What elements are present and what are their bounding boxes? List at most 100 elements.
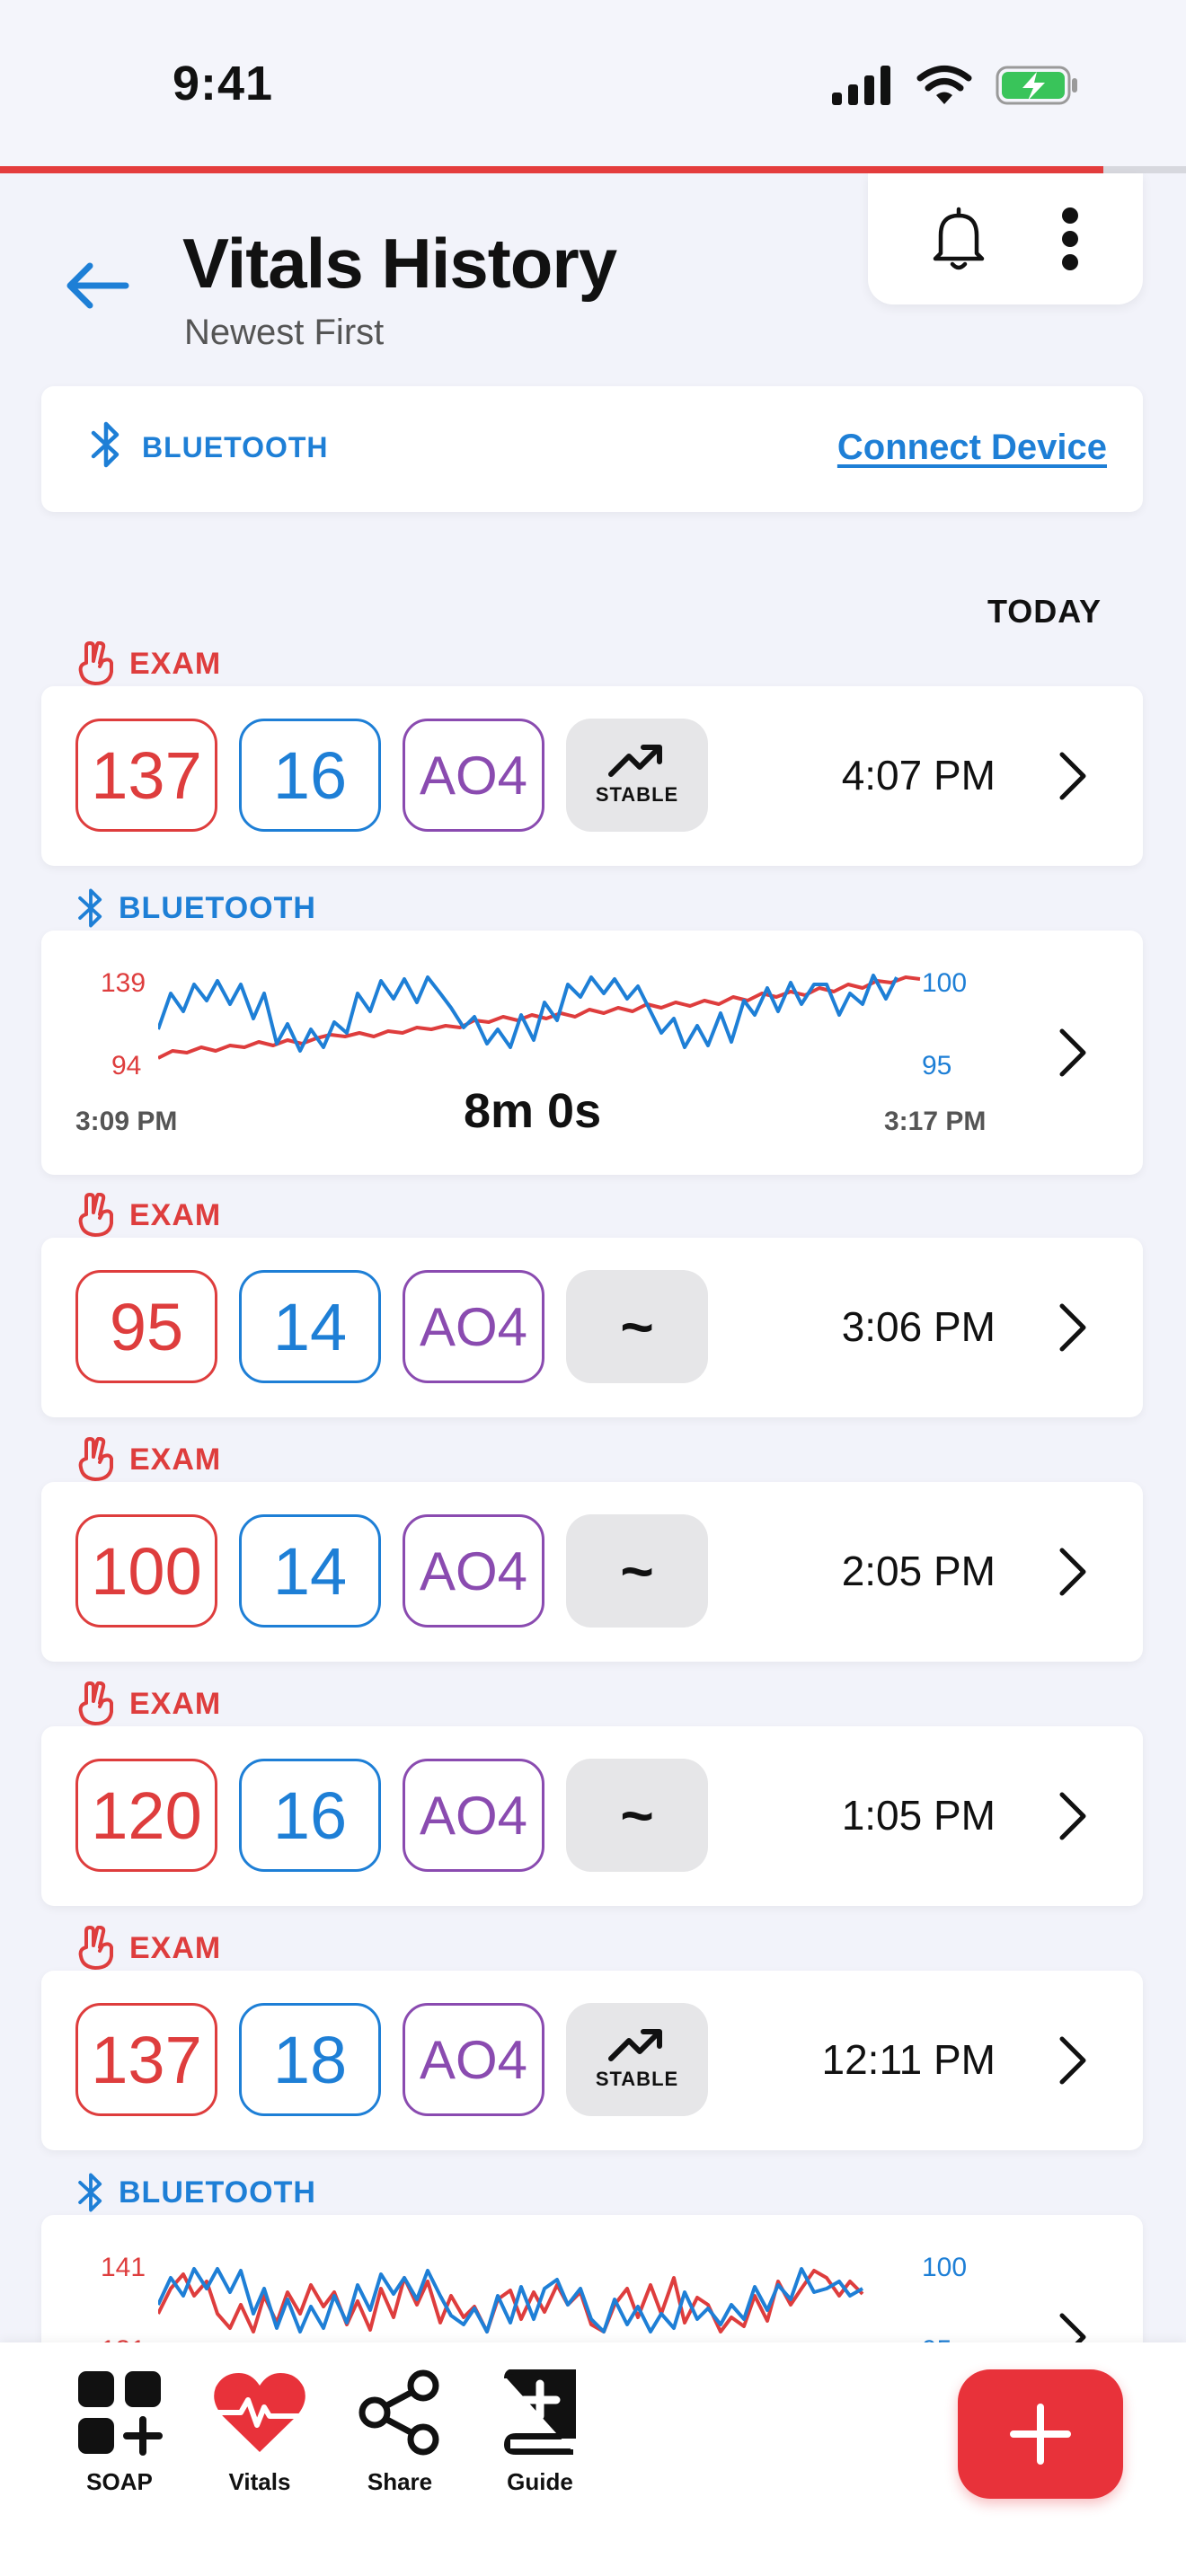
respiratory-rate-value: 16 xyxy=(239,719,381,832)
entry-time: 12:11 PM xyxy=(821,2036,996,2083)
nav-item-soap[interactable]: SOAP xyxy=(61,2369,178,2496)
respiratory-rate-value: 14 xyxy=(239,1514,381,1628)
entry-tag: EXAM xyxy=(75,1681,221,1726)
avpu-value: AO4 xyxy=(403,2003,544,2116)
apps-add-icon xyxy=(78,2371,163,2456)
heart-rate-value: 95 xyxy=(75,1270,217,1383)
entry-tag-label: EXAM xyxy=(129,1442,222,1477)
progress-fill xyxy=(0,166,1103,173)
page-subtitle: Newest First xyxy=(184,313,385,352)
header: Vitals History Newest First xyxy=(0,173,1186,380)
entry-tag-label: EXAM xyxy=(129,1197,222,1232)
avpu-value: AO4 xyxy=(403,719,544,832)
avpu-value: AO4 xyxy=(403,1270,544,1383)
device-bar-label: BLUETOOTH xyxy=(142,431,329,463)
hand-icon xyxy=(78,641,113,685)
status-icons xyxy=(832,65,1080,106)
nav-label: Guide xyxy=(507,2468,573,2495)
nav-label: Vitals xyxy=(228,2468,291,2495)
nav-item-guide[interactable]: Guide xyxy=(482,2369,598,2496)
avpu-value: AO4 xyxy=(403,1759,544,1872)
chevron-right-icon xyxy=(1059,752,1086,800)
trend-badge: ~ xyxy=(566,1759,708,1872)
status-bar: 9:41 xyxy=(0,0,1186,166)
entry-time: 1:05 PM xyxy=(841,1792,996,1839)
arrow-left-icon xyxy=(66,262,129,309)
add-entry-button[interactable] xyxy=(958,2369,1123,2499)
heart-pulse-icon xyxy=(214,2373,305,2452)
trending-up-icon xyxy=(608,745,662,777)
respiratory-rate-value: 16 xyxy=(239,1759,381,1872)
respiratory-rate-value: 14 xyxy=(239,1270,381,1383)
entry-tag: BLUETOOTH xyxy=(75,886,316,931)
device-bar: BLUETOOTH Connect Device xyxy=(41,386,1143,512)
nav-label: Share xyxy=(367,2468,433,2495)
bluetooth-icon xyxy=(78,888,102,928)
red-min-label: 94 xyxy=(111,1051,142,1081)
progress-bar xyxy=(0,166,1186,173)
trend-label: STABLE xyxy=(595,783,679,806)
blue-min-label: 95 xyxy=(922,1051,952,1081)
trend-label: ~ xyxy=(620,1294,654,1359)
nav-label: SOAP xyxy=(86,2468,153,2495)
trend-label: ~ xyxy=(620,1539,654,1603)
hand-icon xyxy=(78,1926,113,1970)
red-max-label: 141 xyxy=(101,2253,146,2282)
blue-max-label: 100 xyxy=(922,968,968,998)
wifi-icon xyxy=(916,66,972,104)
avpu-value: AO4 xyxy=(403,1514,544,1628)
entry-tag-label: EXAM xyxy=(129,646,222,681)
share-icon xyxy=(358,2369,439,2456)
chevron-right-icon xyxy=(1059,1792,1086,1840)
bell-icon[interactable] xyxy=(930,207,987,271)
trend-badge: STABLE xyxy=(566,2003,708,2116)
hand-icon xyxy=(78,1437,113,1481)
entry-tag-label: BLUETOOTH xyxy=(119,890,316,925)
red-max-label: 139 xyxy=(101,968,146,998)
chevron-right-icon xyxy=(1059,1548,1086,1596)
connect-device-link[interactable]: Connect Device xyxy=(837,428,1107,468)
page-title: Vitals History xyxy=(182,224,617,303)
respiratory-rate-value: 18 xyxy=(239,2003,381,2116)
nav-item-vitals[interactable]: Vitals xyxy=(201,2369,318,2496)
plus-icon xyxy=(1010,2404,1071,2465)
session-duration: 8m 0s xyxy=(464,1084,602,1138)
trend-label: ~ xyxy=(620,1783,654,1848)
medical-book-icon xyxy=(503,2369,576,2455)
chevron-right-icon xyxy=(1059,1303,1086,1352)
back-button[interactable] xyxy=(63,259,135,313)
entry-tag-label: EXAM xyxy=(129,1930,222,1965)
chevron-right-icon xyxy=(1059,1028,1086,1077)
entry-time: 4:07 PM xyxy=(841,752,996,798)
session-end-time: 3:17 PM xyxy=(884,1107,987,1136)
more-vertical-icon[interactable] xyxy=(1059,207,1081,271)
vitals-card[interactable]: 95 14 AO4 ~ 3:06 PM xyxy=(41,1238,1143,1417)
vitals-sparkline xyxy=(158,974,921,1060)
entry-time: 3:06 PM xyxy=(841,1303,996,1350)
session-start-time: 3:09 PM xyxy=(75,1107,178,1136)
entry-tag: EXAM xyxy=(75,1926,221,1971)
vitals-card[interactable]: 100 14 AO4 ~ 2:05 PM xyxy=(41,1482,1143,1662)
vitals-card[interactable]: 120 16 AO4 ~ 1:05 PM xyxy=(41,1726,1143,1906)
status-time: 9:41 xyxy=(173,57,274,110)
trend-badge: ~ xyxy=(566,1514,708,1628)
vitals-card[interactable]: 137 16 AO4 STABLE 4:07 PM xyxy=(41,686,1143,866)
bluetooth-session-card[interactable]: 139 94 100 95 3:09 PM 8m 0s 3:17 PM xyxy=(41,931,1143,1175)
heart-rate-value: 137 xyxy=(75,719,217,832)
signal-icon xyxy=(832,66,890,105)
entry-time: 2:05 PM xyxy=(841,1548,996,1594)
bottom-nav: SOAP Vitals Share Guide xyxy=(0,2342,1186,2576)
nav-item-share[interactable]: Share xyxy=(341,2369,458,2496)
entry-tag: BLUETOOTH xyxy=(75,2170,316,2215)
heart-rate-value: 137 xyxy=(75,2003,217,2116)
chevron-right-icon xyxy=(1059,2036,1086,2085)
battery-icon xyxy=(996,66,1077,105)
heart-rate-value: 100 xyxy=(75,1514,217,1628)
blue-max-label: 100 xyxy=(922,2253,968,2282)
bluetooth-icon xyxy=(78,2173,102,2212)
vitals-card[interactable]: 137 18 AO4 STABLE 12:11 PM xyxy=(41,1971,1143,2150)
day-label: TODAY xyxy=(987,593,1102,630)
entry-tag: EXAM xyxy=(75,1437,221,1482)
hand-icon xyxy=(78,1193,113,1237)
trend-label: STABLE xyxy=(595,2068,679,2090)
